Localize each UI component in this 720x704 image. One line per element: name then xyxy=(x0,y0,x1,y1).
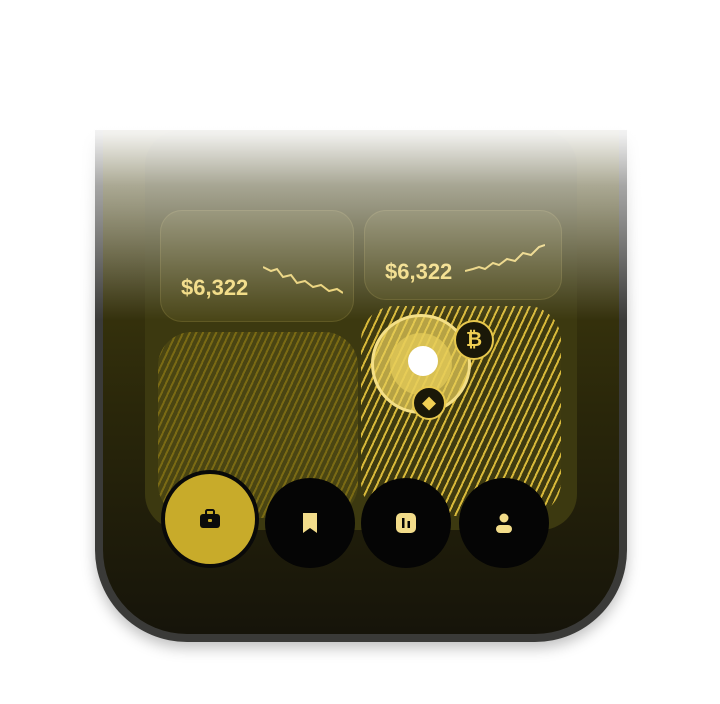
briefcase-icon xyxy=(200,509,220,528)
balance-card-right[interactable]: $6,322 xyxy=(364,210,562,300)
bitcoin-icon[interactable]: ₿ xyxy=(454,320,494,360)
donut-center-dot xyxy=(408,346,438,376)
sparkline-chart xyxy=(263,266,343,294)
phone-frame: $6,322 $6,322 ₿ ◆ xyxy=(95,130,627,642)
user-icon xyxy=(496,513,512,533)
balance-amount: $6,322 xyxy=(385,259,453,284)
sparkline-chart xyxy=(465,244,545,272)
nav-bookmark-button[interactable] xyxy=(265,478,355,568)
ethereum-icon[interactable]: ◆ xyxy=(412,386,446,420)
nav-profile-button[interactable] xyxy=(459,478,549,568)
phone-screen: $6,322 $6,322 ₿ ◆ xyxy=(103,130,619,634)
ethereum-glyph: ◆ xyxy=(422,393,436,412)
chart-icon xyxy=(396,513,416,533)
bitcoin-glyph: ₿ xyxy=(465,328,483,351)
nav-chart-button[interactable] xyxy=(361,478,451,568)
nav-briefcase-button[interactable] xyxy=(161,470,259,568)
bookmark-icon xyxy=(303,513,317,533)
balance-card-left[interactable]: $6,322 xyxy=(160,210,354,322)
bottom-nav xyxy=(161,470,571,574)
balance-amount: $6,322 xyxy=(181,275,249,300)
